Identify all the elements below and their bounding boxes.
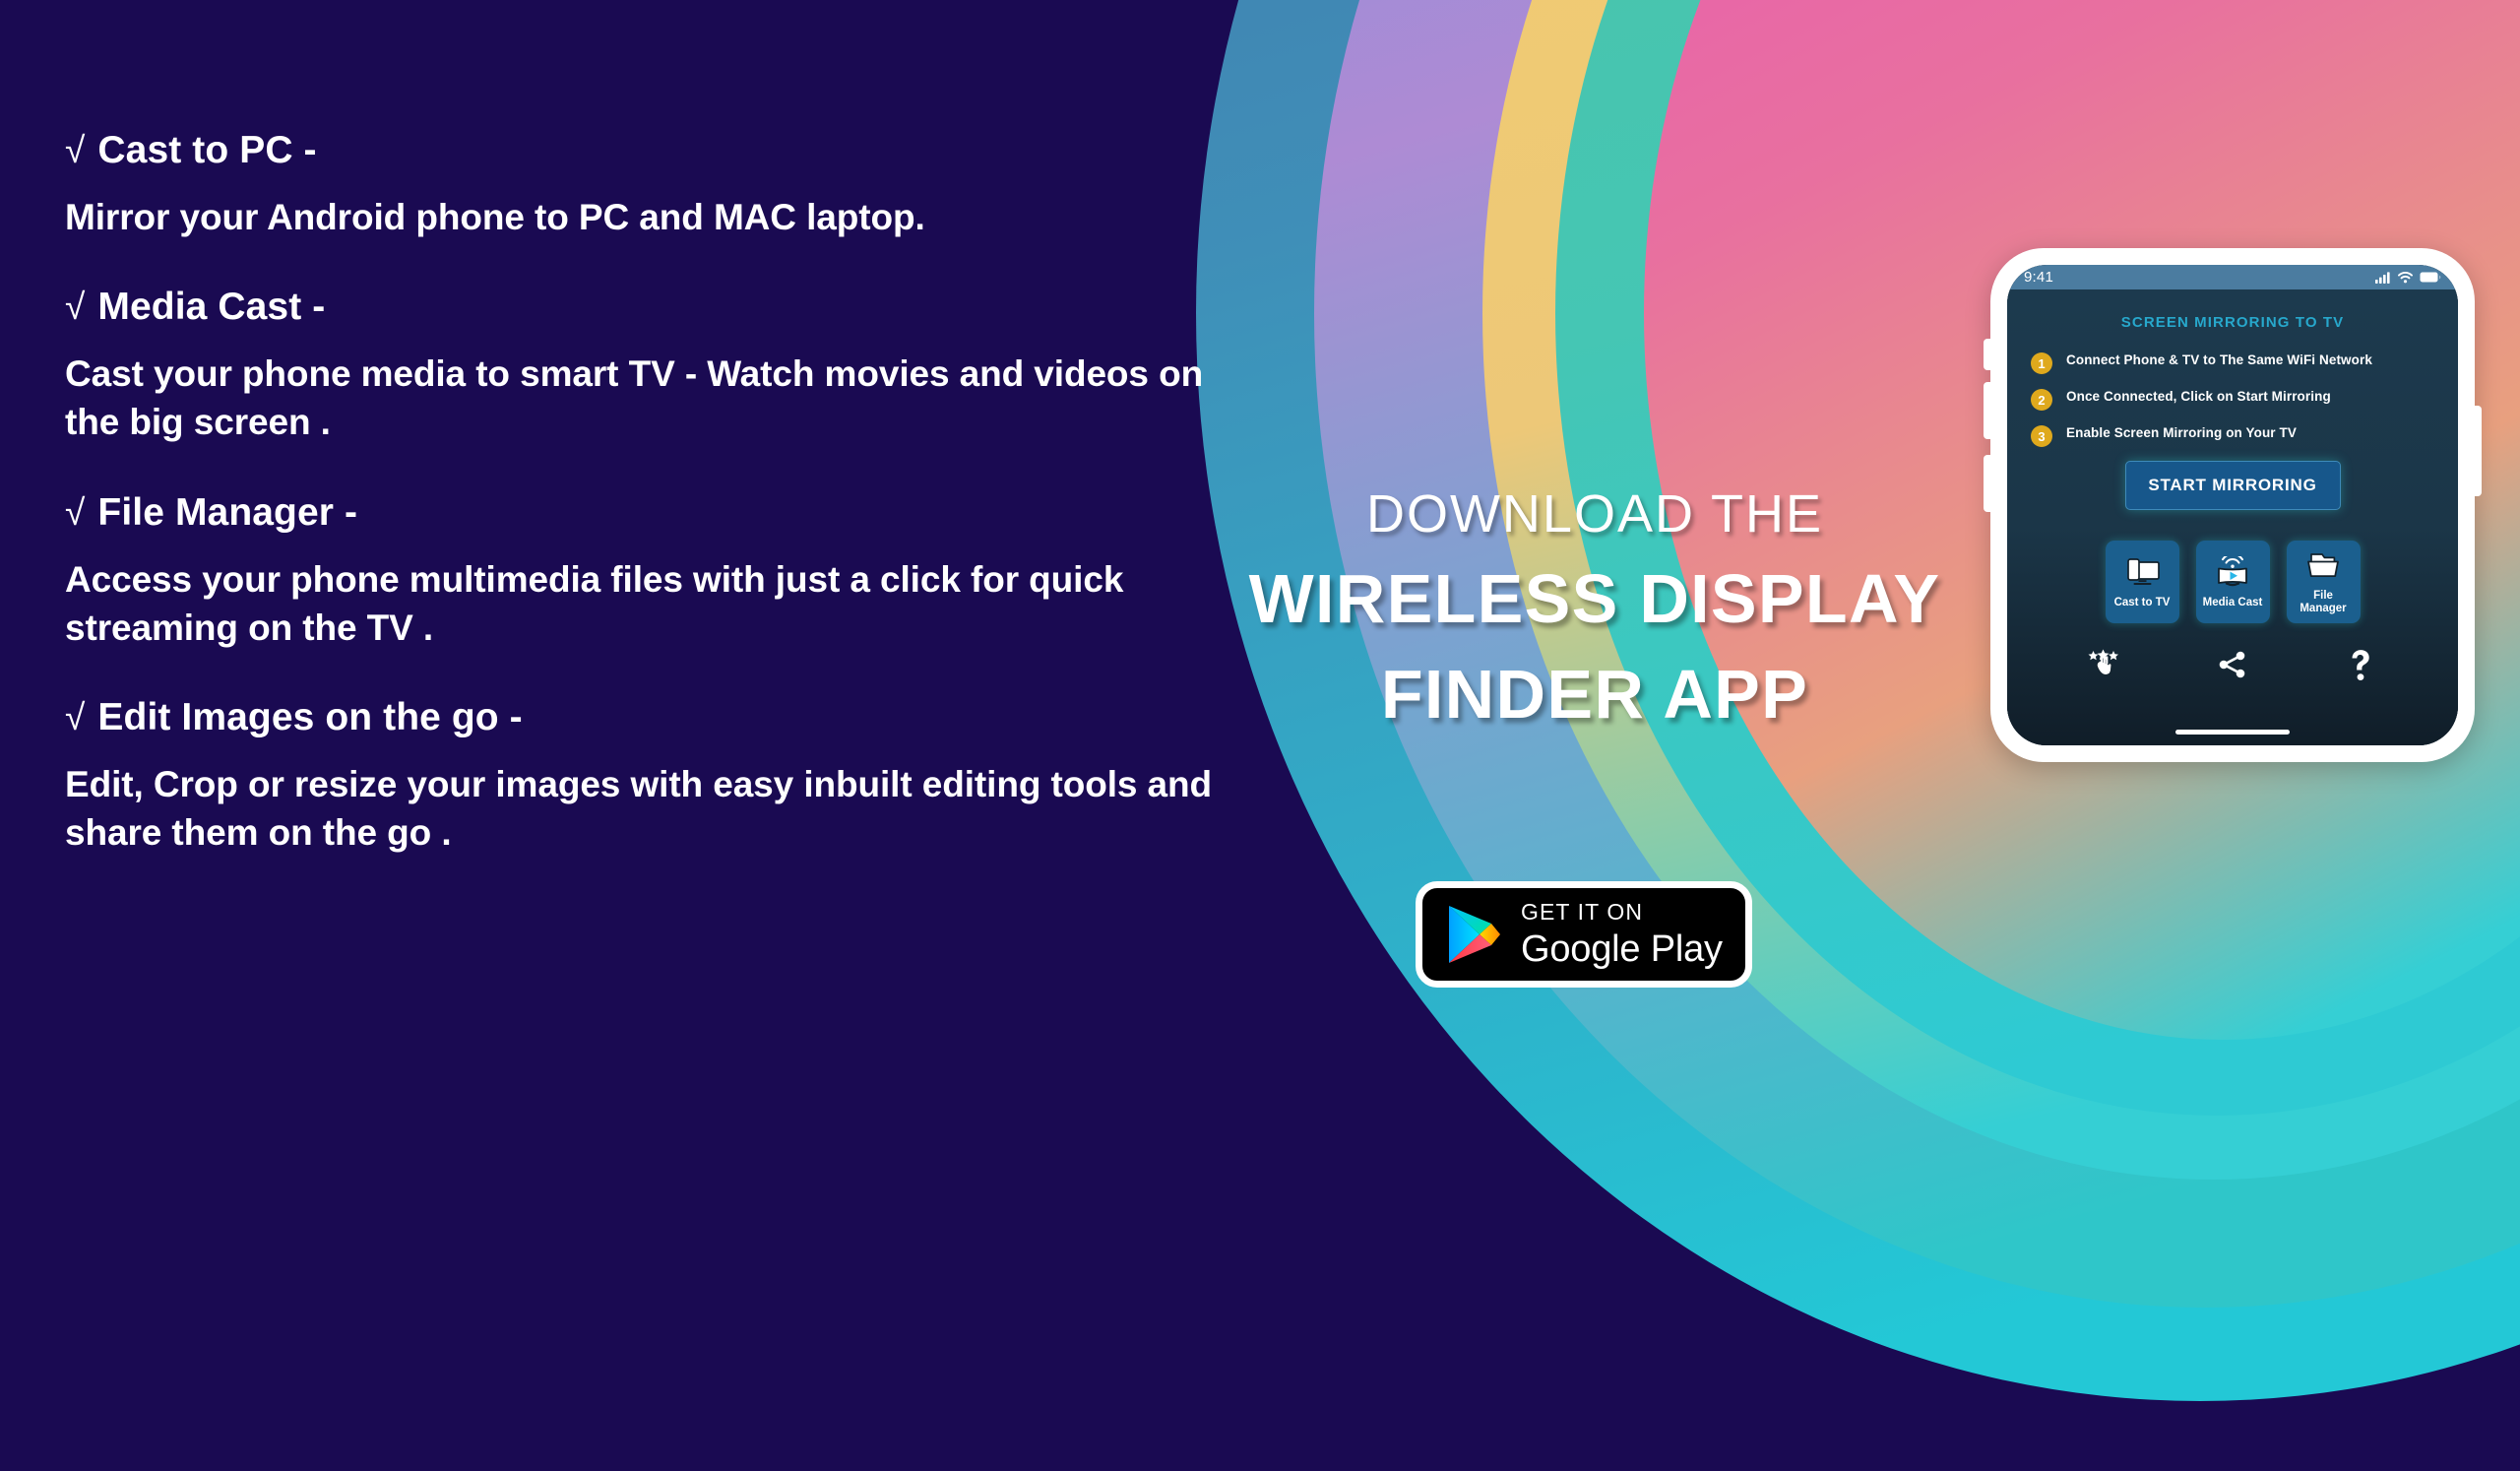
feature-description: Access your phone multimedia files with … (65, 558, 1124, 648)
feature-title: √ File Manager - (65, 490, 1227, 536)
step-text: Connect Phone & TV to The Same WiFi Netw… (2066, 352, 2372, 367)
feature-description: Cast your phone media to smart TV - Watc… (65, 353, 1204, 443)
step-item: 3 Enable Screen Mirroring on Your TV (2031, 424, 2440, 447)
feature-item: √ File Manager - Access your phone multim… (65, 490, 1227, 652)
step-text: Enable Screen Mirroring on Your TV (2066, 425, 2297, 440)
feature-list: √ Cast to PC - Mirror your Android phone … (65, 128, 1227, 900)
home-indicator (2175, 730, 2290, 735)
app-title: SCREEN MIRRORING TO TV (2120, 314, 2345, 331)
phone-silent-switch[interactable] (1984, 339, 1992, 370)
folder-icon (2304, 548, 2342, 584)
google-play-top-label: GET IT ON (1521, 899, 1644, 925)
step-text: Once Connected, Click on Start Mirroring (2066, 389, 2331, 404)
step-number-badge: 1 (2031, 352, 2052, 374)
feature-title-text: Media Cast - (97, 286, 326, 329)
status-bar-icons (2375, 271, 2441, 284)
cellular-signal-icon (2375, 271, 2390, 284)
promo-poster: √ Cast to PC - Mirror your Android phone … (0, 0, 2520, 1471)
phone-mockup: 9:41 SCREEN MIRRORING TO TV 1 Connect Ph… (1984, 248, 2482, 762)
monitor-phone-icon (2122, 555, 2162, 591)
battery-icon (2420, 272, 2441, 283)
app-body: SCREEN MIRRORING TO TV 1 Connect Phone &… (2007, 289, 2458, 745)
step-number-badge: 3 (2031, 425, 2052, 447)
feature-title: √ Media Cast - (65, 285, 1227, 330)
feature-item: √ Media Cast - Cast your phone media to s… (65, 285, 1227, 446)
check-icon: √ (65, 130, 86, 170)
status-bar: 9:41 (2007, 265, 2458, 289)
tile-label: Media Cast (2202, 596, 2263, 608)
status-bar-time: 9:41 (2024, 269, 2053, 286)
feature-description: Mirror your Android phone to PC and MAC … (65, 197, 925, 238)
phone-screen: 9:41 SCREEN MIRRORING TO TV 1 Connect Ph… (2007, 265, 2458, 745)
check-icon: √ (65, 491, 86, 533)
tile-media-cast[interactable]: Media Cast (2195, 541, 2270, 623)
step-number-badge: 2 (2031, 389, 2052, 411)
phone-power-button[interactable] (2473, 406, 2482, 496)
tile-file-manager[interactable]: File Manager (2286, 541, 2361, 623)
headline-line-1: DOWNLOAD THE (1365, 484, 1824, 544)
action-bar (2007, 645, 2458, 684)
headline-line-2: WIRELESS DISPLAY (1248, 560, 1941, 637)
wifi-icon (2398, 271, 2413, 283)
feature-title-text: Cast to PC - (97, 129, 317, 171)
feature-item: √ Edit Images on the go - Edit, Crop or r… (65, 695, 1227, 857)
feature-description: Edit, Crop or resize your images with ea… (65, 764, 1213, 854)
tile-label: Cast to TV (2113, 596, 2171, 608)
feature-title: √ Cast to PC - (65, 128, 1227, 173)
rate-stars-icon[interactable] (2083, 645, 2126, 684)
feature-title: √ Edit Images on the go - (65, 695, 1227, 740)
start-mirroring-button[interactable]: START MIRRORING (2124, 461, 2341, 510)
headline-line-3: FINDER APP (1380, 655, 1809, 733)
headline: DOWNLOAD THE WIRELESS DISPLAY FINDER APP (1235, 487, 1954, 732)
google-play-badge[interactable]: GET IT ON Google Play (1416, 881, 1752, 988)
feature-item: √ Cast to PC - Mirror your Android phone … (65, 128, 1227, 241)
feature-tiles: Cast to TV Media Cast File Manager (2007, 541, 2458, 623)
steps-list: 1 Connect Phone & TV to The Same WiFi Ne… (2007, 352, 2458, 447)
tv-cast-play-icon (2213, 555, 2252, 591)
phone-volume-up-button[interactable] (1984, 382, 1992, 439)
google-play-bottom-label: Google Play (1521, 928, 1723, 970)
tile-label: File Manager (2300, 590, 2347, 614)
feature-title-text: File Manager - (97, 490, 358, 534)
tile-cast-to-tv[interactable]: Cast to TV (2105, 541, 2179, 623)
google-play-triangle-icon (1449, 906, 1500, 963)
phone-volume-down-button[interactable] (1984, 455, 1992, 512)
step-item: 2 Once Connected, Click on Start Mirrori… (2031, 388, 2440, 411)
share-icon[interactable] (2211, 645, 2254, 684)
feature-title-text: Edit Images on the go - (97, 696, 523, 739)
help-question-icon[interactable] (2339, 645, 2382, 684)
check-icon: √ (65, 287, 86, 328)
check-icon: √ (65, 697, 86, 738)
step-item: 1 Connect Phone & TV to The Same WiFi Ne… (2031, 352, 2440, 374)
